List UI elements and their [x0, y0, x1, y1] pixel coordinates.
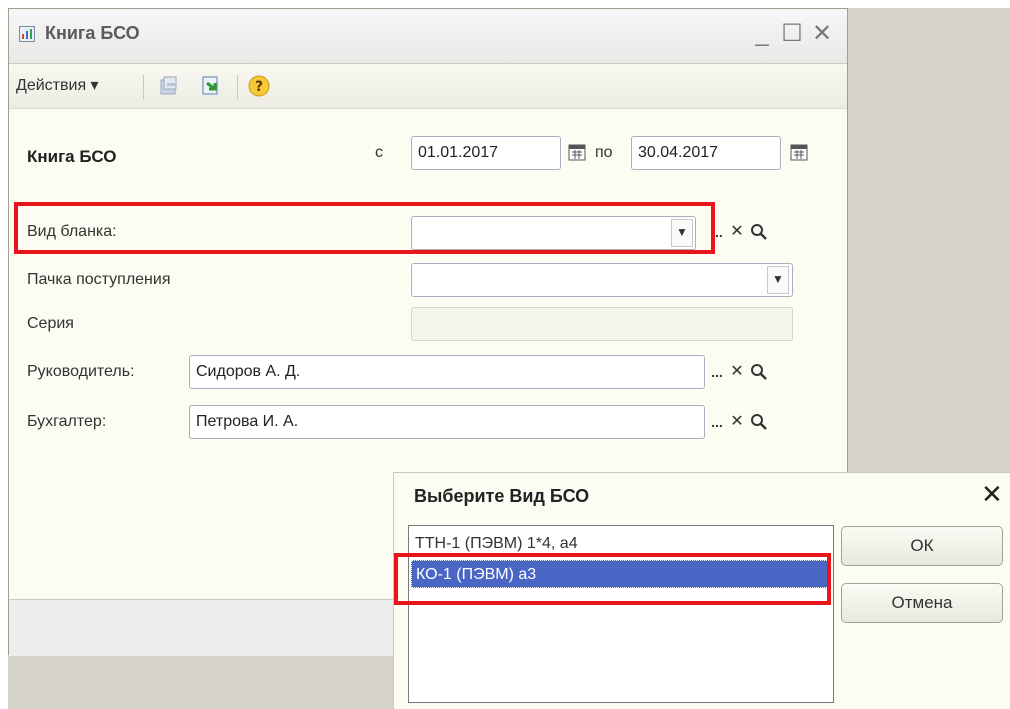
pack-field[interactable] [411, 263, 793, 297]
generate-report-icon[interactable] [199, 74, 223, 98]
ok-button[interactable]: ОК [841, 526, 1003, 566]
report-settings-icon[interactable] [157, 74, 181, 98]
cancel-button[interactable]: Отмена [841, 583, 1003, 623]
minimize-button[interactable]: _ [749, 19, 775, 49]
clear-button[interactable]: ✕ [727, 408, 747, 436]
ellipsis-button[interactable]: ... [707, 358, 727, 386]
pack-label: Пачка поступления [27, 271, 171, 288]
calendar-icon[interactable] [567, 142, 587, 162]
accountant-label: Бухгалтер: [27, 413, 107, 430]
blank-type-dropdown-button[interactable]: ▼ [671, 219, 693, 247]
ellipsis-button[interactable]: ... [707, 218, 727, 246]
search-icon[interactable] [749, 222, 769, 242]
window-title: Книга БСО [45, 23, 140, 43]
list-item-selected[interactable]: КО-1 (ПЭВМ) а3 [411, 560, 829, 588]
head-label: Руководитель: [27, 363, 135, 380]
select-dialog: Выберите Вид БСО ✕ ТТН-1 (ПЭВМ) 1*4, а4 … [393, 472, 1010, 709]
toolbar-separator [143, 75, 144, 99]
blank-type-label: Вид бланка: [27, 223, 117, 240]
report-icon [19, 26, 35, 42]
close-button[interactable]: ✕ [809, 19, 835, 49]
report-heading: Книга БСО [27, 147, 117, 166]
dialog-title: Выберите Вид БСО [414, 486, 590, 506]
head-field[interactable]: Сидоров А. Д. [189, 355, 705, 389]
toolbar-separator [237, 75, 238, 99]
accountant-field[interactable]: Петрова И. А. [189, 405, 705, 439]
clear-button[interactable]: ✕ [727, 218, 747, 246]
title-bar[interactable]: Книга БСО _ ☐ ✕ [9, 9, 847, 64]
maximize-button[interactable]: ☐ [779, 19, 805, 49]
ellipsis-button[interactable]: ... [707, 408, 727, 436]
search-icon[interactable] [749, 362, 769, 382]
toolbar: Действия ▾ ? [9, 64, 847, 109]
dialog-close-button[interactable]: ✕ [981, 479, 1003, 510]
to-date-field[interactable]: 30.04.2017 [631, 136, 781, 170]
series-label: Серия [27, 315, 74, 332]
help-icon[interactable]: ? [247, 74, 271, 98]
blank-type-field[interactable] [411, 216, 696, 250]
from-label: с [375, 144, 383, 161]
from-date-field[interactable]: 01.01.2017 [411, 136, 561, 170]
calendar-icon[interactable] [789, 142, 809, 162]
clear-button[interactable]: ✕ [727, 358, 747, 386]
to-label: по [595, 144, 613, 161]
bso-type-list[interactable]: ТТН-1 (ПЭВМ) 1*4, а4 КО-1 (ПЭВМ) а3 [408, 525, 834, 703]
desktop-background-strip [8, 655, 408, 709]
series-field [411, 307, 793, 341]
search-icon[interactable] [749, 412, 769, 432]
svg-text:?: ? [255, 79, 263, 95]
list-item[interactable]: ТТН-1 (ПЭВМ) 1*4, а4 [411, 530, 829, 558]
pack-dropdown-button[interactable]: ▼ [767, 266, 789, 294]
actions-menu[interactable]: Действия ▾ [16, 75, 99, 95]
